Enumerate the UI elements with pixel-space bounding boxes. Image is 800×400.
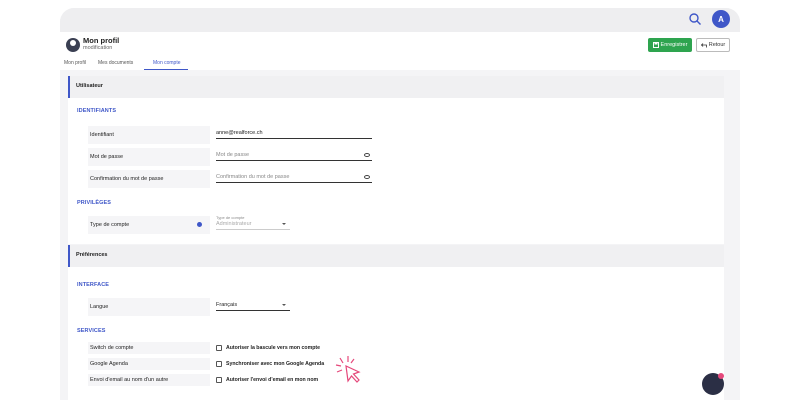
checkbox-label-switch: Autoriser la bascule vers mon compte	[226, 345, 320, 351]
password-label: Mot de passe	[88, 148, 210, 166]
privileges-title: PRIVILÈGES	[77, 200, 112, 206]
checkbox-email[interactable]	[216, 377, 222, 383]
confirm-password-placeholder: Confirmation du mot de passe	[216, 174, 290, 180]
language-label: Langue	[88, 298, 210, 316]
account-type-select: Administrateur	[216, 219, 290, 230]
password-placeholder: Mot de passe	[216, 152, 250, 158]
language-value: Français	[216, 302, 238, 308]
preferences-card: Préférences INTERFACE Langue Français SE…	[68, 245, 724, 400]
active-tab-indicator	[144, 69, 188, 70]
save-button[interactable]: Enregistrer	[648, 38, 692, 52]
info-icon[interactable]	[197, 222, 202, 227]
interface-title: INTERFACE	[77, 282, 110, 288]
utilisateur-title: Utilisateur	[76, 83, 103, 89]
save-icon	[652, 42, 659, 48]
utilisateur-card: Utilisateur IDENTIFIANTS Identifiant ann…	[68, 76, 724, 244]
back-arrow-icon	[700, 42, 707, 47]
password-input[interactable]: Mot de passe	[216, 150, 372, 161]
back-label: Retour	[708, 42, 726, 48]
checkbox-label-google: Synchroniser avec mon Google Agenda	[226, 361, 325, 367]
preferences-header: Préférences	[68, 245, 724, 267]
page-title: Mon profil	[83, 36, 120, 45]
service-label-google: Google Agenda	[88, 358, 210, 370]
checkbox-switch[interactable]	[216, 345, 222, 351]
back-button[interactable]: Retour	[696, 38, 730, 52]
utilisateur-header: Utilisateur	[68, 76, 724, 98]
account-type-value: Administrateur	[216, 221, 252, 227]
checkbox-google[interactable]	[216, 361, 222, 367]
page-subtitle: modification	[83, 45, 113, 51]
app-window: A Mon profil modification Enregistrer Re…	[60, 8, 740, 400]
eye-icon[interactable]	[364, 153, 370, 157]
confirm-password-label: Confirmation du mot de passe	[88, 170, 210, 188]
services-title: SERVICES	[77, 328, 106, 334]
preferences-title: Préférences	[76, 252, 108, 258]
service-label-email: Envoi d'email au nom d'un autre	[88, 374, 210, 386]
identifiant-label: Identifiant	[88, 126, 210, 144]
avatar[interactable]: A	[712, 10, 730, 28]
tab-mon-profil[interactable]: Mon profil	[64, 60, 86, 66]
tab-mon-compte[interactable]: Mon compte	[153, 60, 181, 66]
eye-icon[interactable]	[364, 175, 370, 179]
tab-mes-documents[interactable]: Mes documents	[98, 60, 133, 66]
top-bar: A	[60, 8, 740, 32]
user-icon	[66, 38, 80, 52]
identifiants-title: IDENTIFIANTS	[77, 108, 117, 114]
chevron-down-icon	[282, 223, 286, 225]
page-header: Mon profil modification Enregistrer Reto…	[60, 32, 740, 60]
checkbox-label-email: Autoriser l'envoi d'email en mon nom	[226, 377, 319, 383]
save-label: Enregistrer	[660, 42, 688, 48]
account-type-label: Type de compte	[88, 216, 210, 234]
search-icon[interactable]	[688, 12, 702, 26]
chat-button[interactable]	[702, 373, 724, 395]
tab-bar: Mon profil Mes documents Mon compte	[60, 60, 740, 70]
pointer-cursor-icon	[335, 356, 361, 383]
language-select[interactable]: Français	[216, 300, 290, 311]
identifiant-input[interactable]: anne@realforce.ch	[216, 128, 372, 139]
chevron-down-icon	[282, 304, 286, 306]
confirm-password-input[interactable]: Confirmation du mot de passe	[216, 172, 372, 183]
service-label-switch: Switch de compte	[88, 342, 210, 354]
